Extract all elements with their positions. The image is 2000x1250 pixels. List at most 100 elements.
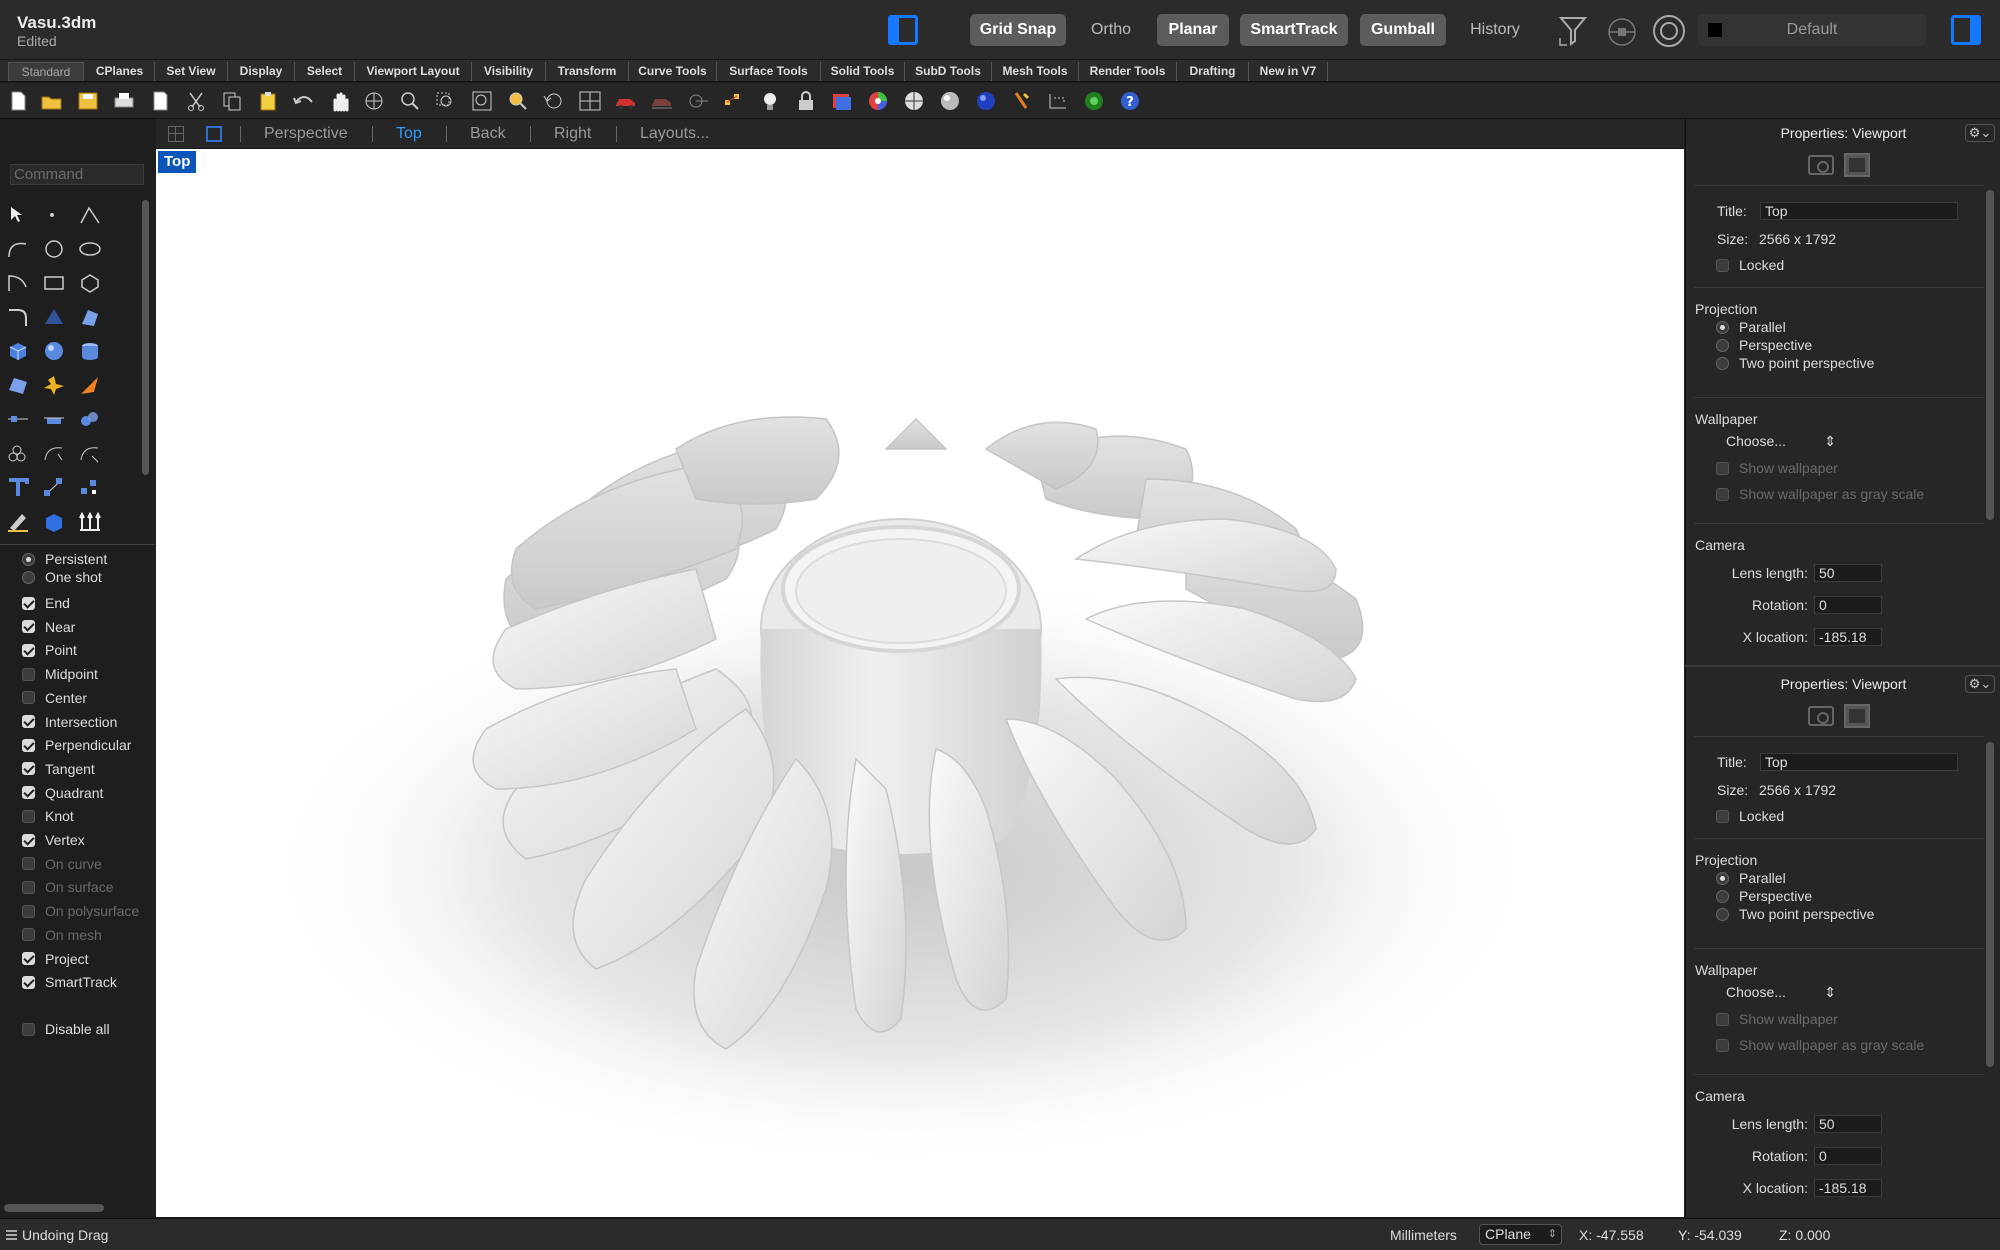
undo-view-icon[interactable] — [542, 90, 566, 112]
single-viewport-layout-icon[interactable] — [206, 126, 222, 142]
wallpaper-choose-select[interactable]: Choose... ⇕ — [1726, 984, 1836, 1001]
curve-tool-icon[interactable] — [6, 238, 30, 260]
rotation-field[interactable]: 0 — [1814, 1147, 1882, 1165]
show-wallpaper-gray-checkbox[interactable]: Show wallpaper as gray scale — [1716, 485, 1924, 503]
layers-icon[interactable] — [830, 90, 854, 112]
show-wallpaper-checkbox[interactable]: Show wallpaper — [1716, 1010, 1838, 1028]
text-tool-icon[interactable] — [6, 476, 30, 498]
render-sphere-icon[interactable] — [974, 90, 998, 112]
tab-visibility[interactable]: Visibility — [472, 62, 546, 81]
grasshopper-icon[interactable] — [1082, 90, 1106, 112]
gear-icon[interactable]: ⚙︎⌄ — [1965, 675, 1995, 693]
command-input[interactable]: Command — [10, 164, 144, 185]
boolean-tool-icon[interactable] — [78, 374, 102, 396]
current-layer-select[interactable]: Default — [1698, 14, 1926, 46]
grid-points-icon[interactable] — [1046, 90, 1070, 112]
select-arrow-icon[interactable] — [6, 204, 30, 226]
osnap-center-checkbox[interactable]: Center — [22, 687, 87, 709]
osnap-tangent-checkbox[interactable]: Tangent — [22, 758, 95, 780]
smarttrack-button[interactable]: SmartTrack — [1240, 14, 1348, 46]
move-tool-icon[interactable] — [6, 408, 30, 430]
osnap-one-shot-radio[interactable]: One shot — [22, 566, 102, 588]
undo-icon[interactable] — [292, 90, 316, 112]
extrude-surface-icon[interactable] — [78, 306, 102, 328]
grid-snap-button[interactable]: Grid Snap — [970, 14, 1066, 46]
osnap-near-checkbox[interactable]: Near — [22, 616, 75, 638]
mesh-tool-icon[interactable] — [6, 374, 30, 396]
x-location-field[interactable]: -185.18 — [1814, 1179, 1882, 1197]
group-tool-icon[interactable] — [78, 408, 102, 430]
select-all-icon[interactable] — [686, 90, 710, 112]
new-file-icon[interactable] — [6, 90, 30, 112]
edit-pencil-icon[interactable] — [6, 510, 30, 532]
projection-perspective-radio[interactable]: Perspective — [1716, 336, 1812, 354]
title-field[interactable]: Top — [1760, 202, 1958, 220]
osnap-knot-checkbox[interactable]: Knot — [22, 805, 74, 827]
gumball-button[interactable]: Gumball — [1360, 14, 1446, 46]
paste-icon[interactable] — [256, 90, 280, 112]
tab-cplanes[interactable]: CPlanes — [85, 62, 155, 81]
tab-subd-tools[interactable]: SubD Tools — [905, 62, 992, 81]
viewport-name-label[interactable]: Top — [158, 151, 197, 173]
environment-sphere-icon[interactable] — [938, 90, 962, 112]
osnap-smarttrack-checkbox[interactable]: SmartTrack — [22, 971, 117, 993]
osnap-point-checkbox[interactable]: Point — [22, 639, 77, 661]
open-folder-icon[interactable] — [40, 90, 64, 112]
rendered-model[interactable] — [156, 149, 1684, 1217]
gear-icon[interactable]: ⚙︎⌄ — [1965, 124, 1995, 142]
cut-icon[interactable] — [184, 90, 208, 112]
rotate-view-icon[interactable] — [362, 90, 386, 112]
show-wallpaper-checkbox[interactable]: Show wallpaper — [1716, 459, 1838, 477]
four-views-icon[interactable] — [578, 90, 602, 112]
osnap-icon[interactable] — [1607, 17, 1637, 47]
osnap-perpendicular-checkbox[interactable]: Perpendicular — [22, 734, 131, 756]
osnap-vertex-checkbox[interactable]: Vertex — [22, 829, 85, 851]
camera-icon[interactable] — [1808, 155, 1834, 175]
offset-curve-icon[interactable] — [42, 442, 66, 464]
rendered-car-icon[interactable] — [650, 90, 674, 112]
record-history-icon[interactable] — [1652, 14, 1686, 48]
tab-surface-tools[interactable]: Surface Tools — [717, 62, 821, 81]
cylinder-solid-icon[interactable] — [78, 340, 102, 362]
properties-page-icon[interactable] — [148, 90, 172, 112]
tab-render-tools[interactable]: Render Tools — [1079, 62, 1177, 81]
point-tool-icon[interactable] — [42, 204, 66, 226]
tab-select[interactable]: Select — [295, 62, 355, 81]
osnap-project-checkbox[interactable]: Project — [22, 948, 89, 970]
properties-scrollbar[interactable] — [1986, 190, 1994, 520]
projection-parallel-radio[interactable]: Parallel — [1716, 318, 1786, 336]
help-icon[interactable]: ? — [1118, 90, 1142, 112]
tab-new-in-v7[interactable]: New in V7 — [1249, 62, 1328, 81]
title-field[interactable]: Top — [1760, 753, 1958, 771]
locked-checkbox[interactable]: Locked — [1716, 807, 1784, 825]
lock-icon[interactable] — [794, 90, 818, 112]
tab-set-view[interactable]: Set View — [155, 62, 228, 81]
osnap-on-mesh-checkbox[interactable]: On mesh — [22, 924, 102, 946]
zoom-selected-icon[interactable] — [506, 90, 530, 112]
polyline-tool-icon[interactable] — [78, 204, 102, 226]
tab-perspective[interactable]: Perspective — [264, 123, 348, 145]
cube-solid-icon[interactable] — [42, 510, 66, 532]
cplane-select[interactable]: CPlane — [1479, 1224, 1562, 1245]
tab-drafting[interactable]: Drafting — [1177, 62, 1249, 81]
zoom-icon[interactable] — [398, 90, 422, 112]
object-snap-points-icon[interactable] — [722, 90, 746, 112]
tab-curve-tools[interactable]: Curve Tools — [629, 62, 717, 81]
save-icon[interactable] — [76, 90, 100, 112]
history-button[interactable]: History — [1458, 14, 1532, 46]
color-wheel-icon[interactable] — [866, 90, 890, 112]
copy-icon[interactable] — [220, 90, 244, 112]
projection-two-point-radio[interactable]: Two point perspective — [1716, 905, 1874, 923]
explode-tool-icon[interactable] — [42, 374, 66, 396]
tab-back[interactable]: Back — [470, 123, 506, 145]
viewport-frame-icon[interactable] — [1844, 153, 1870, 177]
tab-top[interactable]: Top — [396, 123, 422, 145]
osnap-on-surface-checkbox[interactable]: On surface — [22, 876, 113, 898]
tab-display[interactable]: Display — [228, 62, 295, 81]
units-label[interactable]: Millimeters — [1390, 1227, 1457, 1243]
rotation-field[interactable]: 0 — [1814, 596, 1882, 614]
osnap-on-curve-checkbox[interactable]: On curve — [22, 853, 102, 875]
arrays-vertical-icon[interactable] — [78, 510, 102, 532]
disable-all-checkbox[interactable]: Disable all — [22, 1018, 110, 1040]
align-tool-icon[interactable] — [42, 408, 66, 430]
